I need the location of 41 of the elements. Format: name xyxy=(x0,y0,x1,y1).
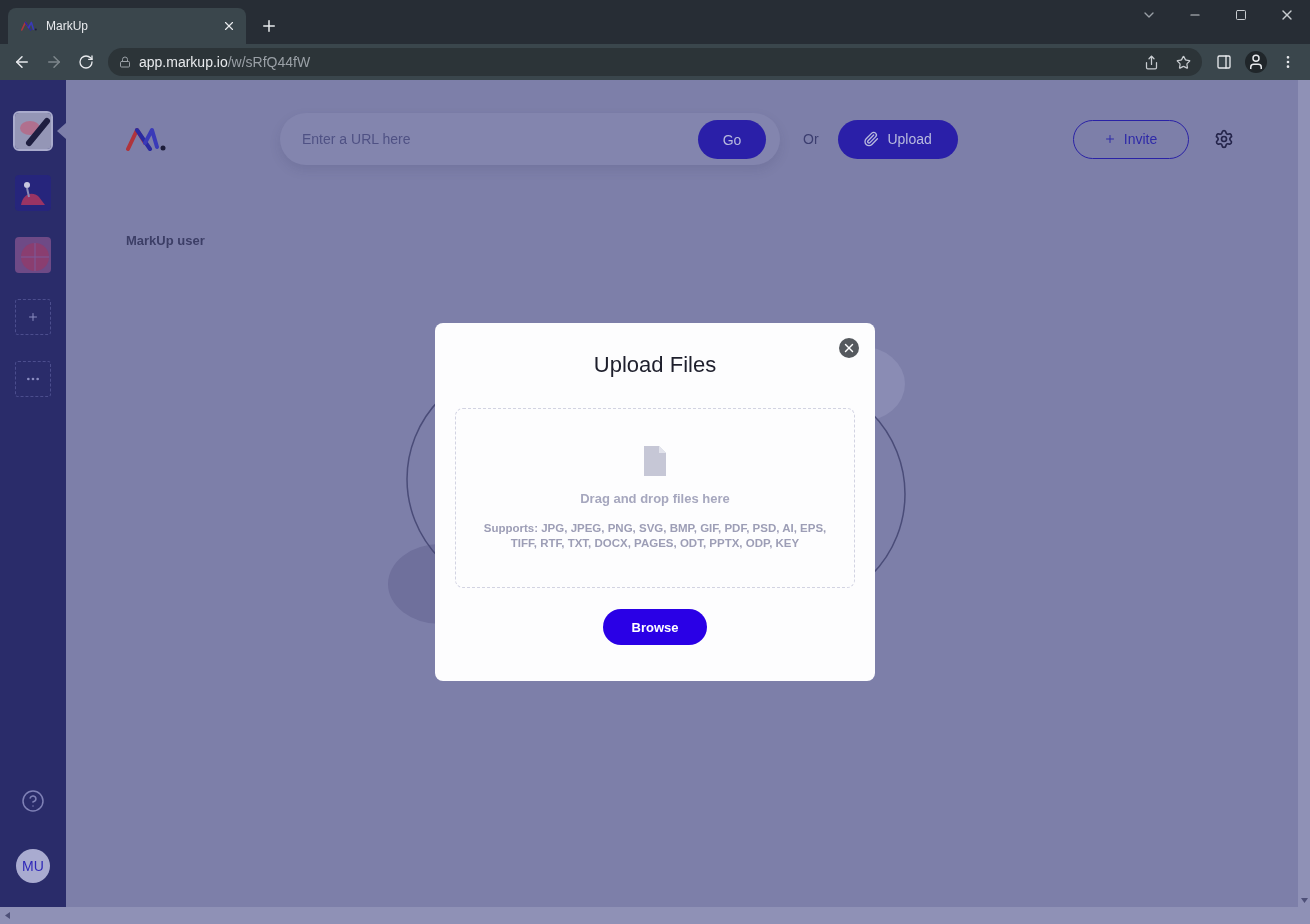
workspace-thumbnail[interactable] xyxy=(15,237,51,273)
vertical-scrollbar[interactable] xyxy=(1298,80,1310,907)
workspace-thumbnail[interactable] xyxy=(15,113,51,149)
profile-icon xyxy=(1245,51,1267,73)
workspace-thumbnail[interactable] xyxy=(15,175,51,211)
close-button[interactable] xyxy=(839,338,859,358)
file-icon xyxy=(644,446,666,476)
close-icon xyxy=(842,341,856,355)
paperclip-icon xyxy=(863,131,880,147)
forward-arrow-icon xyxy=(45,53,63,71)
scroll-down-arrow-icon xyxy=(1300,898,1308,903)
close-icon xyxy=(222,19,236,33)
side-panel-icon xyxy=(1216,54,1232,70)
share-icon xyxy=(1143,54,1159,70)
reload-icon xyxy=(78,54,94,70)
star-icon xyxy=(1175,54,1191,70)
user-avatar[interactable]: MU xyxy=(16,849,50,883)
dialog-title: Upload Files xyxy=(593,352,717,378)
tab-title: MarkUp xyxy=(46,19,89,33)
plus-icon xyxy=(1103,133,1116,145)
maximize-icon xyxy=(1235,9,1247,21)
supported-formats-text: Supports: JPG, JPEG, PNG, SVG, BMP, GIF, PDF, PSD, AI, EPS, TIFF, RTF, TXT, DOCX, PAGES, ODT, PPTX, ODP, KEY xyxy=(482,521,828,551)
plus-icon xyxy=(27,311,39,323)
settings-icon xyxy=(1213,129,1234,149)
browser-tab[interactable]: MarkUp xyxy=(8,8,246,44)
help-button[interactable] xyxy=(21,789,45,813)
scroll-left-arrow-icon xyxy=(5,912,10,919)
help-icon xyxy=(21,789,45,813)
markup-logo xyxy=(126,127,166,151)
drop-prompt: Drag and drop files here xyxy=(580,491,730,506)
browse-button[interactable]: Browse xyxy=(603,609,707,645)
url-text: app.markup.io/w/sRfQ44fW xyxy=(139,54,312,70)
plus-icon xyxy=(260,17,278,35)
selection-pointer-icon xyxy=(57,123,66,139)
address-bar[interactable]: app.markup.io/w/sRfQ44fW xyxy=(108,48,1202,76)
horizontal-scrollbar[interactable] xyxy=(0,907,1310,924)
lock-icon xyxy=(119,56,131,68)
markup-logo-icon xyxy=(21,20,37,32)
separator-text: Or xyxy=(803,131,819,147)
upload-button[interactable]: Upload xyxy=(837,119,958,159)
user-name: MarkUp user xyxy=(126,233,205,248)
